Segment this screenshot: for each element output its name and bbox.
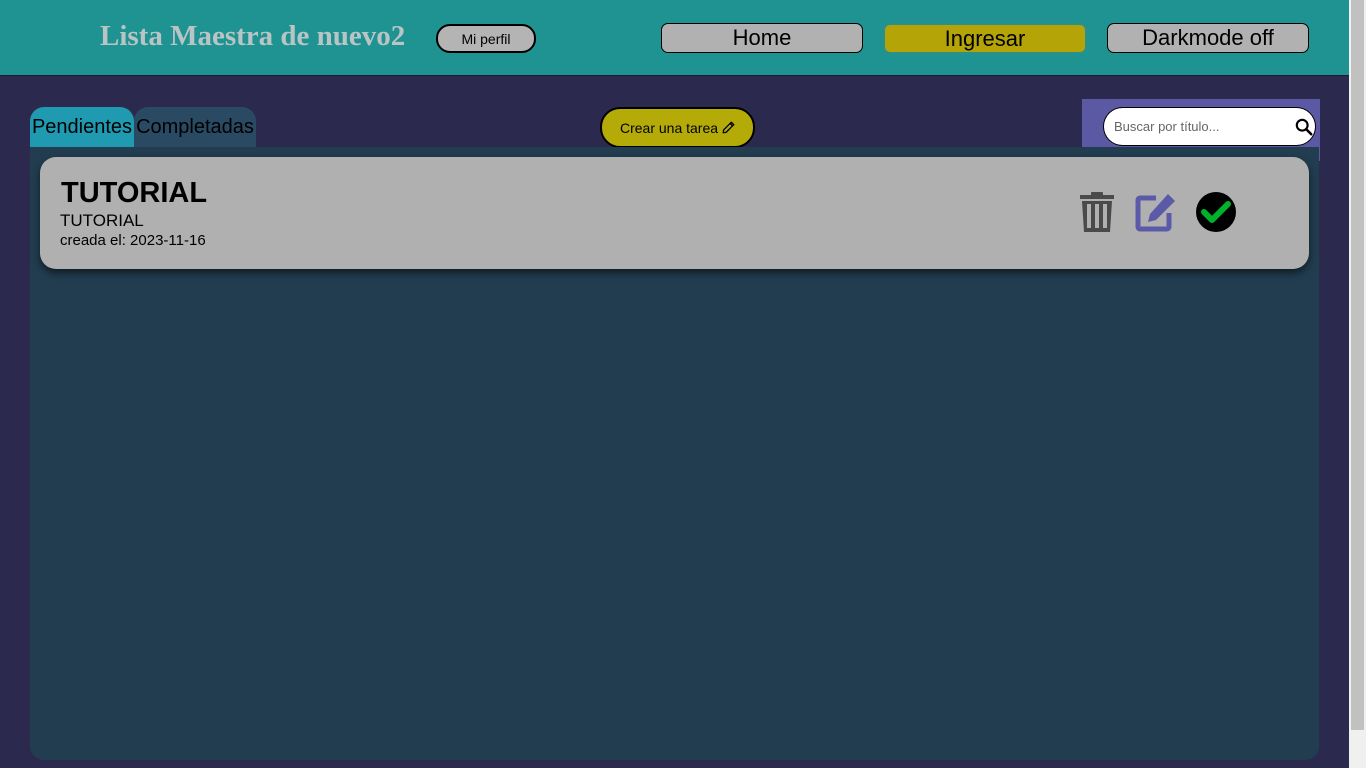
task-created-date: creada el: 2023-11-16 <box>60 232 206 249</box>
tab-completed[interactable]: Completadas <box>134 107 256 148</box>
task-card: TUTORIAL TUTORIAL creada el: 2023-11-16 <box>40 157 1309 269</box>
task-title: TUTORIAL <box>61 177 208 209</box>
header: Lista Maestra de nuevo2 Mi perfil Home I… <box>0 0 1349 76</box>
home-button[interactable]: Home <box>661 23 863 53</box>
tab-pending[interactable]: Pendientes <box>30 107 134 148</box>
app-title: Lista Maestra de nuevo2 <box>100 20 406 52</box>
create-task-label: Crear una tarea <box>619 119 719 136</box>
search-input[interactable] <box>1103 107 1293 146</box>
create-task-button[interactable]: Crear una tarea <box>600 107 755 148</box>
trash-icon[interactable] <box>1076 191 1118 233</box>
task-description: TUTORIAL <box>60 211 144 230</box>
edit-icon[interactable] <box>1135 191 1177 233</box>
pencil-icon <box>722 121 735 134</box>
profile-button[interactable]: Mi perfil <box>436 24 536 53</box>
darkmode-toggle-button[interactable]: Darkmode off <box>1107 23 1309 53</box>
scrollbar-thumb[interactable] <box>1351 0 1364 730</box>
login-button[interactable]: Ingresar <box>883 23 1087 54</box>
check-icon[interactable] <box>1195 191 1237 233</box>
search-icon <box>1295 118 1313 136</box>
